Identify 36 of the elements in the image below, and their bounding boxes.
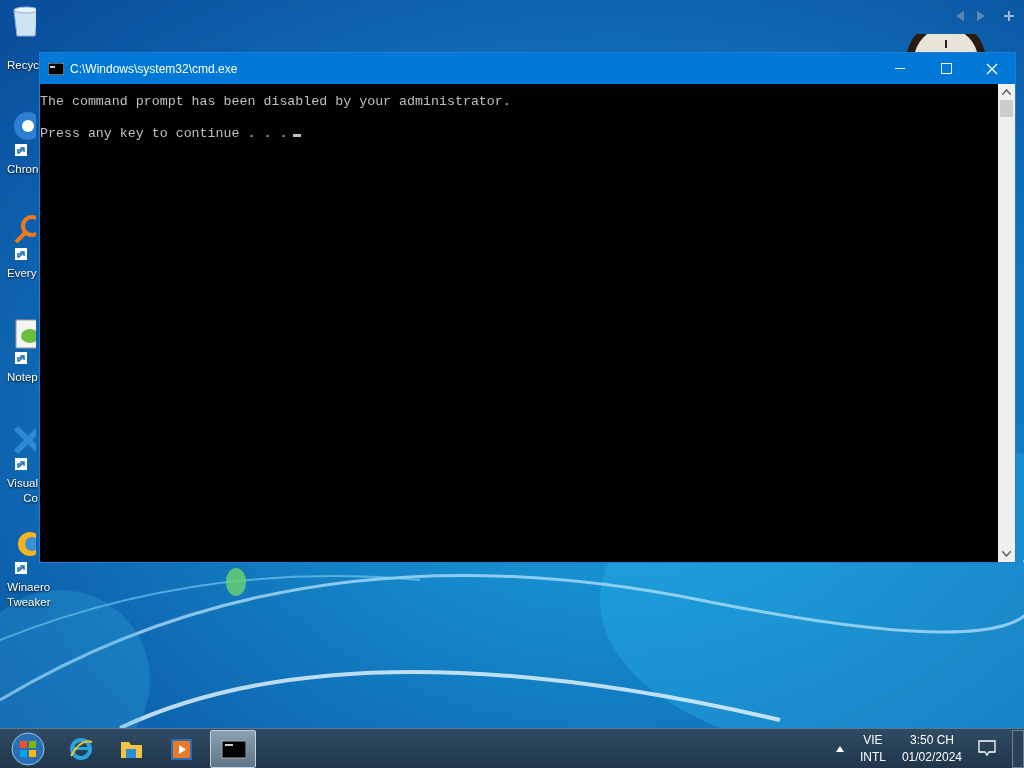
scroll-up-icon[interactable] [1002,89,1011,95]
show-desktop-button[interactable] [1012,729,1024,768]
window-title: C:\Windows\system32\cmd.exe [70,60,238,78]
keyboard-layout[interactable]: INTL [859,748,886,766]
icon-label[interactable]: Notep [7,370,38,385]
browser-e-icon [68,735,94,762]
icon-label[interactable]: Every [7,266,37,281]
icon-label[interactable]: Visual Co [4,476,38,506]
scroll-down-icon[interactable] [1002,551,1011,557]
clock-date[interactable]: 01/02/2024 [901,748,962,766]
scroll-thumb[interactable] [1000,100,1013,117]
icon-label[interactable]: Chron [7,162,39,177]
maximize-icon [940,63,952,74]
console-text: Press any key to continue . . . [40,126,288,141]
add-icon[interactable] [1003,10,1015,22]
icon-label[interactable]: Recyc [7,58,39,73]
close-icon [986,62,998,75]
icon-label[interactable]: Winaero Tweaker [7,580,51,610]
windows-logo-icon [11,731,45,766]
minimize-icon [895,68,905,69]
scrollbar[interactable] [998,84,1015,562]
text-cursor [293,134,302,137]
language-code[interactable]: VIE [863,731,883,749]
console-text: The command prompt has been disabled by your administrator. [40,94,511,109]
notification-icon[interactable] [978,740,996,757]
shortcut-arrow-icon [15,352,27,364]
trash-icon[interactable] [10,6,36,38]
shortcut-arrow-icon [15,562,27,574]
console-icon [48,62,64,75]
clock-gadget[interactable] [905,34,987,52]
shortcut-arrow-icon [15,248,27,260]
show-hidden-icons-icon[interactable] [835,745,844,752]
clock-time[interactable]: 3:50 CH [909,731,954,749]
shortcut-arrow-icon [15,458,27,470]
shortcut-arrow-icon [15,144,27,156]
taskbar-button[interactable] [210,729,256,768]
